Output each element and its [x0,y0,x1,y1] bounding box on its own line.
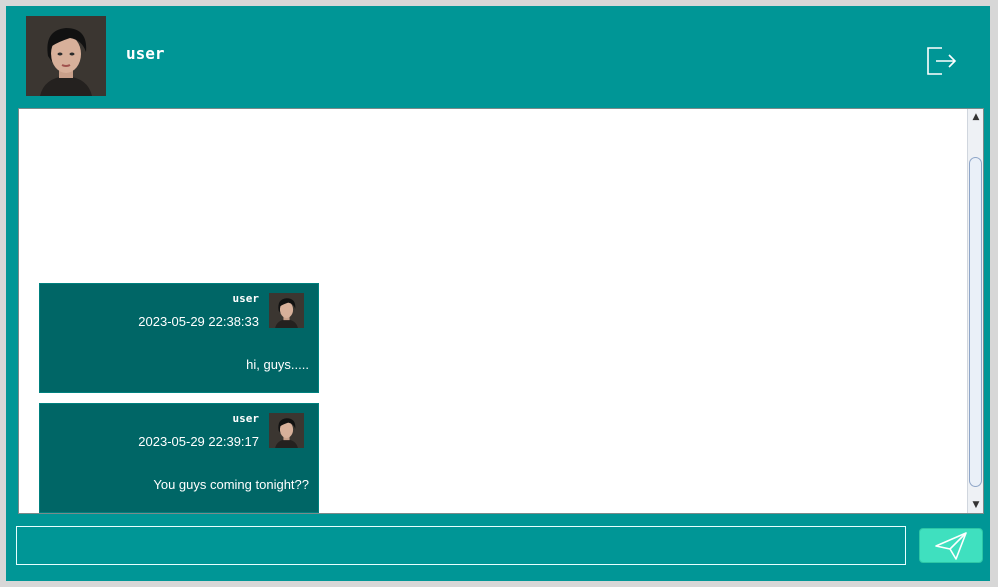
message-avatar [269,293,304,328]
scroll-down-arrow-icon[interactable]: ▼ [969,498,983,512]
scroll-thumb[interactable] [969,157,982,487]
message-sender: user [232,292,260,305]
paper-plane-icon [935,531,967,560]
header-username: user [126,44,165,63]
message-timestamp: 2023-05-29 22:39:17 [138,434,259,449]
message-text: hi, guys..... [246,357,309,372]
chat-window: user user 2023-05-29 22:38:33 hi, guys..… [6,6,990,581]
message-list[interactable]: user 2023-05-29 22:38:33 hi, guys..... u… [18,108,984,514]
logout-icon [927,47,957,75]
message-timestamp: 2023-05-29 22:38:33 [138,314,259,329]
message-bubble: user 2023-05-29 22:39:17 You guys coming… [39,403,319,513]
message-avatar [269,413,304,448]
logout-button[interactable] [924,44,958,78]
message-input[interactable] [16,526,906,565]
scroll-up-arrow-icon[interactable]: ▲ [969,110,983,124]
profile-avatar [26,16,106,96]
vertical-scrollbar[interactable]: ▲ ▼ [967,109,983,513]
message-text: You guys coming tonight?? [153,477,309,492]
message-sender: user [232,412,260,425]
send-button[interactable] [919,528,983,563]
message-bubble: user 2023-05-29 22:38:33 hi, guys..... [39,283,319,393]
